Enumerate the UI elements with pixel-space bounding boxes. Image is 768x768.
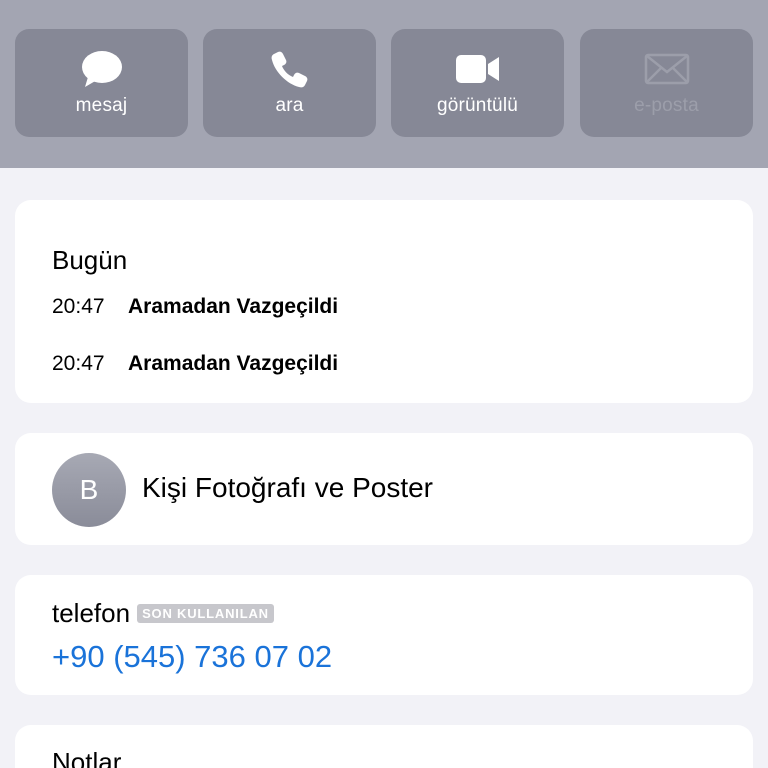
call-history-card: Bugün 20:47 Aramadan Vazgeçildi 20:47 Ar… (15, 200, 753, 403)
contact-photo-poster-card[interactable]: B Kişi Fotoğrafı ve Poster (15, 433, 753, 545)
recent-badge: SON KULLANILAN (137, 604, 274, 623)
phone-icon (260, 49, 320, 89)
phone-number-link[interactable]: +90 (545) 736 07 02 (52, 639, 332, 675)
history-entry: 20:47 Aramadan Vazgeçildi (52, 352, 338, 376)
email-label: e-posta (634, 95, 699, 116)
video-icon (448, 49, 508, 89)
message-icon (72, 49, 132, 89)
contact-header: mesaj ara görüntülü e-posta (0, 0, 768, 168)
history-date-title: Bugün (52, 245, 128, 275)
history-entry: 20:47 Aramadan Vazgeçildi (52, 295, 338, 319)
contact-photo-poster-label: Kişi Fotoğrafı ve Poster (142, 472, 434, 503)
phone-label-row: telefon SON KULLANILAN (52, 598, 274, 629)
call-label: ara (275, 95, 304, 116)
call-button[interactable]: ara (203, 29, 376, 137)
message-button[interactable]: mesaj (15, 29, 188, 137)
mail-icon (637, 49, 697, 89)
video-button[interactable]: görüntülü (391, 29, 564, 137)
notes-card[interactable]: Notlar (15, 725, 753, 768)
message-label: mesaj (75, 95, 128, 116)
avatar: B (52, 453, 126, 527)
history-time: 20:47 (52, 352, 105, 375)
phone-card: telefon SON KULLANILAN +90 (545) 736 07 … (15, 575, 753, 695)
phone-label: telefon (52, 598, 131, 628)
history-time: 20:47 (52, 295, 105, 318)
notes-label: Notlar (52, 747, 122, 768)
video-label: görüntülü (436, 95, 519, 116)
history-status: Aramadan Vazgeçildi (128, 352, 339, 375)
history-status: Aramadan Vazgeçildi (128, 295, 339, 318)
email-button[interactable]: e-posta (580, 29, 753, 137)
